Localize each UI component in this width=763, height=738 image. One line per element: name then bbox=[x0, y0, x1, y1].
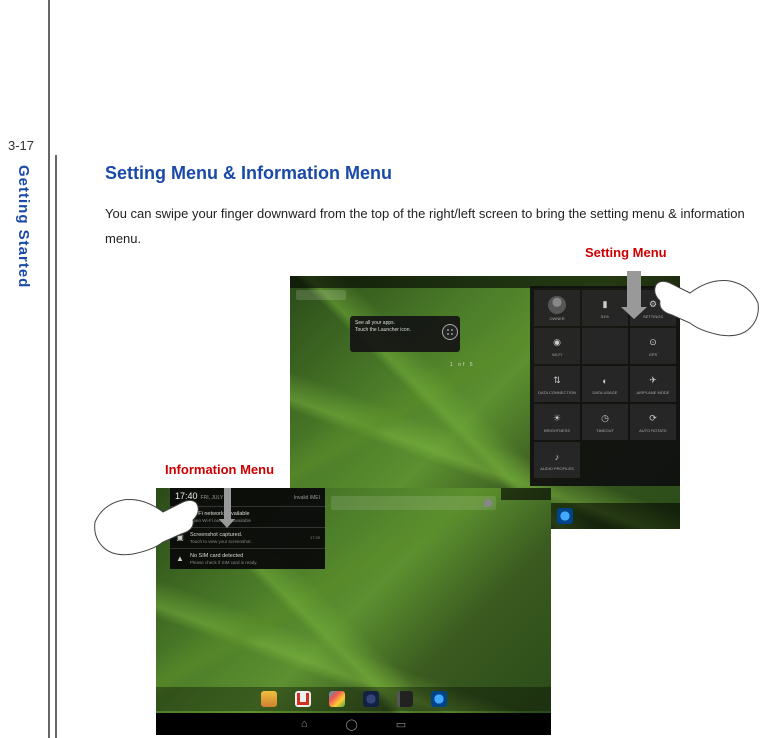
notification-row: ▣ Screenshot captured. Touch to view you… bbox=[170, 527, 325, 548]
google-search-bar bbox=[331, 496, 496, 510]
tile-label: WI-FI bbox=[552, 352, 562, 357]
maps-icon bbox=[261, 691, 277, 707]
recent-icon: ▭ bbox=[396, 718, 406, 731]
tile-airplane: ✈ AIRPLANE MODE bbox=[630, 366, 676, 402]
tile-data-usage: ◐ DATA USAGE bbox=[582, 366, 628, 402]
tile-label: BRIGHTNESS bbox=[544, 428, 570, 433]
camera-icon bbox=[363, 691, 379, 707]
notification-panel: 17:40 FRI, JULY 5 Invalid IMEI ◉ Wi-Fi n… bbox=[170, 488, 325, 569]
owner-icon bbox=[548, 296, 566, 314]
notif-time: 17:39 bbox=[310, 535, 320, 540]
movie-icon bbox=[397, 691, 413, 707]
notification-text: Wi-Fi networks available Open Wi-Fi netw… bbox=[190, 511, 320, 523]
data-icon: ⇅ bbox=[550, 374, 564, 388]
back-icon: ⌂ bbox=[301, 718, 308, 730]
status-bar-right bbox=[501, 488, 551, 500]
sun-icon: ☀ bbox=[550, 412, 564, 426]
body-text: You can swipe your finger downward from … bbox=[105, 202, 745, 251]
tile-gps: ⊙ GPS bbox=[630, 328, 676, 364]
notification-row: ▲ No SIM card detected Please check if S… bbox=[170, 548, 325, 569]
notif-sub: Open Wi-Fi networks available bbox=[190, 518, 320, 523]
gear-icon: ⚙ bbox=[646, 298, 660, 312]
tile-empty bbox=[582, 328, 628, 364]
tile-timeout: ◷ TIMEOUT bbox=[582, 404, 628, 440]
audio-icon: ♪ bbox=[550, 450, 564, 464]
notification-text: Screenshot captured. Touch to view your … bbox=[190, 532, 305, 544]
gmail-icon bbox=[295, 691, 311, 707]
notif-sub: Please check if SIM card is ready. bbox=[190, 560, 320, 565]
notification-header: 17:40 FRI, JULY 5 Invalid IMEI bbox=[170, 488, 325, 506]
apps-icon bbox=[442, 324, 458, 340]
tile-label: DATA USAGE bbox=[593, 390, 618, 395]
heading: Setting Menu & Information Menu bbox=[105, 163, 745, 184]
google-search-pill bbox=[296, 290, 346, 300]
tile-label: DATA CONNECTION bbox=[538, 390, 576, 395]
tile-label: AUTO ROTATE bbox=[639, 428, 667, 433]
home-icon: ◯ bbox=[345, 718, 357, 731]
tile-audio: ♪ AUDIO PROFILES bbox=[534, 442, 580, 478]
tile-owner: OWNER bbox=[534, 290, 580, 326]
tile-label: 51% bbox=[601, 314, 609, 319]
tile-label: AIRPLANE MODE bbox=[637, 390, 670, 395]
tile-wifi: ◉ WI-FI bbox=[534, 328, 580, 364]
tile-label: TIMEOUT bbox=[596, 428, 614, 433]
notification-text: No SIM card detected Please check if SIM… bbox=[190, 553, 320, 565]
usage-icon: ◐ bbox=[598, 374, 612, 388]
information-menu-label: Information Menu bbox=[165, 462, 274, 477]
gps-icon: ⊙ bbox=[646, 336, 660, 350]
play-store-icon bbox=[329, 691, 345, 707]
wifi-icon: ◉ bbox=[550, 336, 564, 350]
tooltip-line1: See all your apps. bbox=[355, 320, 395, 326]
page-divider-inner bbox=[55, 155, 57, 738]
section-label: Getting Started bbox=[15, 165, 32, 288]
wifi-icon: ◉ bbox=[175, 512, 185, 522]
plane-icon: ✈ bbox=[646, 374, 660, 388]
battery-icon: ▮ bbox=[598, 298, 612, 312]
notif-title: No SIM card detected bbox=[190, 553, 243, 559]
browser-icon bbox=[431, 691, 447, 707]
tooltip-line2: Touch the Launcher icon. bbox=[355, 327, 411, 333]
page-number: 3-17 bbox=[8, 138, 34, 153]
nav-bar: ⌂ ◯ ▭ bbox=[156, 713, 551, 735]
tile-brightness: ☀ BRIGHTNESS bbox=[534, 404, 580, 440]
notification-row: ◉ Wi-Fi networks available Open Wi-Fi ne… bbox=[170, 506, 325, 527]
rotate-icon: ⟳ bbox=[646, 412, 660, 426]
quick-settings-grid: OWNER ▮51% ⚙SETTINGS ◉WI-FI ⊙GPS ⇅DATA C… bbox=[534, 290, 676, 478]
browser-icon bbox=[557, 508, 573, 524]
page-divider-left bbox=[48, 0, 50, 738]
clock-icon: ◷ bbox=[598, 412, 612, 426]
setting-menu-label: Setting Menu bbox=[585, 245, 667, 260]
swipe-down-arrow-icon bbox=[627, 271, 641, 309]
swipe-down-arrow-icon bbox=[224, 488, 231, 520]
tile-label: AUDIO PROFILES bbox=[540, 466, 574, 471]
pager-indicator: 1 of 5 bbox=[450, 362, 475, 368]
notif-title: Screenshot captured. bbox=[190, 532, 242, 538]
dock bbox=[156, 687, 551, 711]
clock: 17:40 bbox=[175, 491, 198, 501]
notif-title: Wi-Fi networks available bbox=[190, 511, 250, 517]
tile-label: OWNER bbox=[549, 316, 564, 321]
notif-sub: Touch to view your screenshot. bbox=[190, 539, 305, 544]
tile-autorotate: ⟳ AUTO ROTATE bbox=[630, 404, 676, 440]
tile-data-connection: ⇅ DATA CONNECTION bbox=[534, 366, 580, 402]
screenshot-information-menu: 17:40 FRI, JULY 5 Invalid IMEI ◉ Wi-Fi n… bbox=[156, 488, 551, 735]
header-status: Invalid IMEI bbox=[294, 495, 320, 501]
warning-icon: ▲ bbox=[175, 554, 185, 564]
quick-settings-panel: OWNER ▮51% ⚙SETTINGS ◉WI-FI ⊙GPS ⇅DATA C… bbox=[530, 286, 680, 486]
image-icon: ▣ bbox=[175, 533, 185, 543]
tile-label: GPS bbox=[649, 352, 657, 357]
